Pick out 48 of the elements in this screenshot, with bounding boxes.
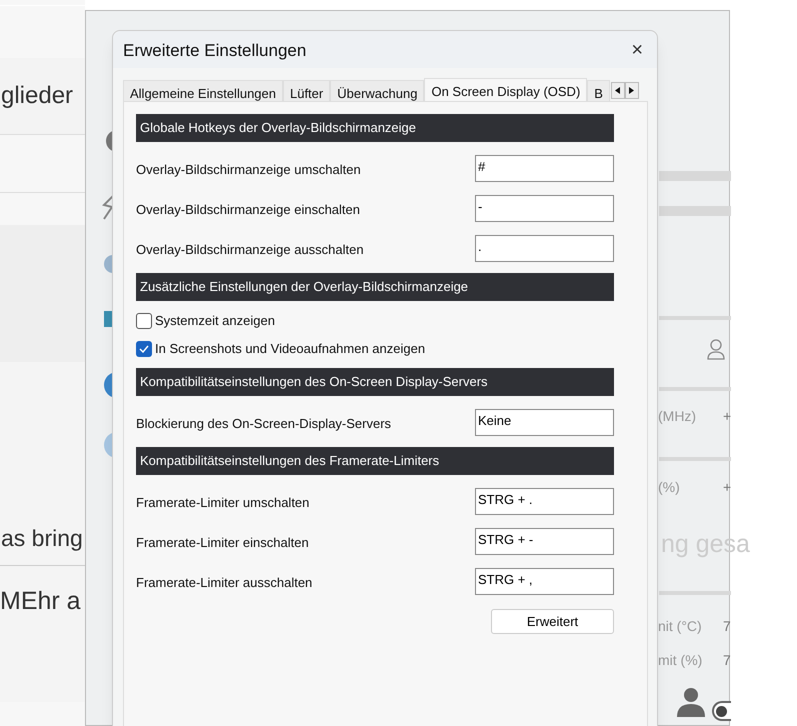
close-button[interactable]: × (631, 40, 643, 60)
field-label: Framerate-Limiter ausschalten (136, 574, 314, 592)
stat-label: nit (°C) (658, 617, 702, 636)
hotkey-field[interactable]: STRG + - (475, 528, 614, 554)
left-arrow-icon (615, 87, 620, 94)
stat-value: 7 (723, 617, 731, 636)
hotkey-field[interactable]: # (475, 154, 614, 182)
check-icon (139, 345, 149, 353)
hotkey-field[interactable]: STRG + . (475, 488, 614, 514)
section-header: Zusätzliche Einstellungen der Overlay-Bildschirmanzeige (136, 273, 614, 301)
hotkey-field[interactable]: - (475, 194, 614, 222)
stat-label: mit (%) (658, 651, 702, 670)
checkbox[interactable] (136, 341, 152, 357)
hotkey-field[interactable]: STRG + , (475, 568, 614, 594)
checkbox-label: Systemzeit anzeigen (155, 312, 275, 330)
section-header: Globale Hotkeys der Overlay-Bildschirmanzeige (136, 114, 614, 142)
stat-label: (%) (658, 478, 680, 497)
scroll-right-button[interactable] (624, 82, 639, 99)
stat-label: (MHz) (658, 407, 696, 426)
section-header: Kompatibilitätseinstellungen des Framerate-Limiters (136, 447, 614, 475)
user-icon (707, 339, 725, 361)
stat-value: + (723, 478, 732, 497)
hotkey-field[interactable]: Keine (475, 408, 614, 436)
stat-value: 7 (723, 651, 731, 670)
stat-value: + (723, 407, 732, 426)
toggle-switch[interactable] (712, 701, 731, 721)
field-label: Overlay-Bildschirmanzeige umschalten (136, 160, 362, 179)
checkbox[interactable] (136, 313, 152, 329)
field-label: Framerate-Limiter umschalten (136, 494, 310, 512)
field-label: Overlay-Bildschirmanzeige ausschalten (136, 240, 365, 259)
field-label: Overlay-Bildschirmanzeige einschalten (136, 200, 361, 219)
tab[interactable]: Lüfter (282, 80, 330, 101)
tab[interactable]: On Screen Display (OSD) (424, 78, 588, 101)
hotkey-field[interactable]: . (475, 234, 614, 262)
field-label: Framerate-Limiter einschalten (136, 534, 310, 552)
tab[interactable]: B (587, 80, 610, 101)
scroll-left-button[interactable] (610, 82, 625, 99)
right-arrow-icon (629, 87, 634, 94)
dialog-title: Erweiterte Einstellungen (123, 40, 308, 62)
tab[interactable]: Allgemeine Einstellungen (123, 80, 283, 101)
checkbox-label: In Screenshots und Videoaufnahmen anzeigen (155, 340, 426, 358)
tab[interactable]: Überwachung (330, 80, 424, 101)
field-label: Blockierung des On-Screen-Display-Servers (136, 414, 392, 433)
person-icon (677, 687, 705, 719)
section-header: Kompatibilitätseinstellungen des On-Screen Display-Servers (136, 368, 614, 396)
advanced-button[interactable]: Erweitert (491, 609, 614, 634)
page-text: as bring (1, 524, 83, 553)
page-text: MEhr a (0, 586, 81, 617)
